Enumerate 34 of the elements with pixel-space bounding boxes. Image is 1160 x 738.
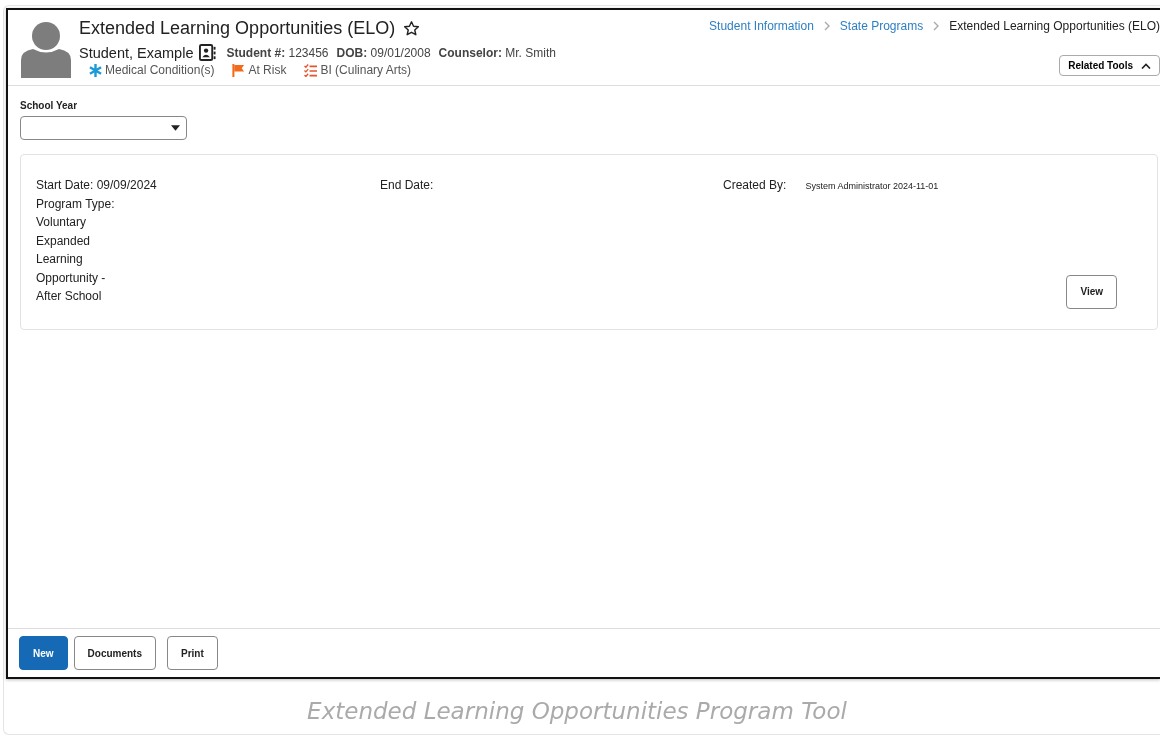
student-field: Counselor: Mr. Smith — [438, 45, 556, 60]
caret-icon — [171, 125, 180, 131]
contact-card-icon[interactable] — [199, 44, 217, 61]
student-field: Student #: 123456 — [226, 45, 329, 60]
page-title: Extended Learning Opportunities (ELO) — [79, 18, 396, 39]
school-year-dropdown[interactable] — [20, 116, 187, 140]
student-name: Student, Example — [79, 44, 194, 61]
figure-caption: Extended Learning Opportunities Program Tool — [306, 698, 848, 724]
alert-label[interactable]: At Risk — [248, 63, 287, 77]
chevron-right-icon — [933, 21, 940, 31]
start-date: Start Date: 09/09/2024 — [36, 177, 158, 194]
footer-button[interactable]: New — [19, 636, 68, 670]
school-year-label: School Year — [20, 100, 79, 111]
breadcrumb-link[interactable]: Student Information — [709, 19, 814, 33]
breadcrumb-current: Extended Learning Opportunities (ELO) — [949, 19, 1160, 33]
created-by: System Administrator 2024-11-01 — [805, 181, 939, 191]
checklist-icon — [304, 63, 318, 77]
view-button[interactable]: View — [1066, 274, 1117, 309]
related-tools-button[interactable]: Related Tools — [1059, 55, 1160, 76]
breadcrumb-link[interactable]: State Programs — [839, 19, 924, 33]
created-by-label: Created By: — [723, 177, 787, 194]
footer-button[interactable]: Print — [167, 636, 218, 670]
asterisk-icon — [89, 63, 102, 77]
footer-button[interactable]: Documents — [73, 636, 156, 670]
star-icon[interactable] — [403, 20, 421, 37]
program-type-label: Program Type: — [36, 195, 116, 213]
end-date: End Date: — [380, 177, 435, 194]
student-field: DOB: 09/01/2008 — [336, 45, 431, 60]
alert-label[interactable]: Medical Condition(s) — [105, 63, 215, 77]
flag-icon — [232, 63, 246, 77]
caret-icon — [1141, 62, 1151, 69]
chevron-right-icon — [823, 21, 830, 31]
alert-label[interactable]: BI (Culinary Arts) — [320, 63, 412, 77]
program-type: Voluntary Expanded Learning Opportunity - After School — [36, 214, 107, 305]
